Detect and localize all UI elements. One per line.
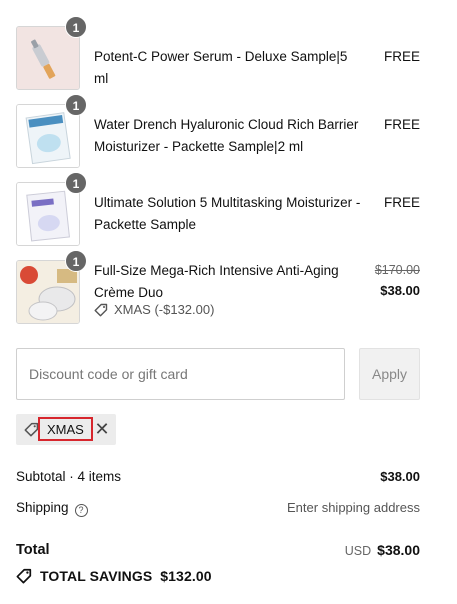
item-price: FREE	[383, 117, 420, 132]
total-savings-value: $132.00	[160, 568, 212, 584]
quantity-badge: 1	[65, 250, 87, 272]
quantity-badge: 1	[65, 16, 87, 38]
total-row: Total USD $38.00	[16, 542, 420, 562]
item-name: Ultimate Solution 5 Multitasking Moistur…	[94, 195, 361, 232]
total-value: $38.00	[377, 542, 420, 558]
remove-discount-icon[interactable]: ✕	[94, 420, 110, 438]
tag-icon	[24, 422, 39, 437]
apply-button[interactable]: Apply	[359, 348, 420, 400]
original-price: $170.00	[374, 263, 420, 277]
subtotal-value: $38.00	[380, 469, 420, 484]
item-price: FREE	[383, 49, 420, 64]
applied-discount-code: XMAS	[38, 417, 93, 441]
currency-code: USD	[344, 544, 372, 558]
subtotal-label: Subtotal · 4 items	[16, 469, 122, 484]
tag-icon	[94, 303, 108, 316]
total-value-group: USD $38.00	[345, 542, 420, 558]
item-name: Potent-C Power Serum - Deluxe Sample|5 m…	[94, 49, 348, 86]
item-price-group: $170.00 $38.00	[375, 260, 420, 302]
line-item: 1 Potent-C Power Serum - Deluxe Sample|5…	[16, 16, 420, 90]
tag-icon	[16, 568, 32, 584]
applied-discount-chip: XMAS ✕	[16, 414, 116, 445]
item-name: Full-Size Mega-Rich Intensive Anti-Aging…	[94, 263, 339, 300]
line-item: 1 Water Drench Hyaluronic Cloud Rich Bar…	[16, 94, 420, 168]
total-savings: TOTAL SAVINGS $132.00	[16, 568, 212, 584]
shipping-label: Shipping	[16, 500, 69, 515]
discounted-price: $38.00	[380, 283, 420, 298]
discount-code-field[interactable]	[16, 348, 345, 400]
subtotal-row: Subtotal · 4 items $38.00	[16, 469, 420, 489]
line-item: 1 Ultimate Solution 5 Multitasking Moist…	[16, 172, 420, 246]
shipping-row: Shipping? Enter shipping address	[16, 500, 420, 520]
quantity-badge: 1	[65, 172, 87, 194]
line-item: 1 Full-Size Mega-Rich Intensive Anti-Agi…	[16, 250, 420, 324]
quantity-badge: 1	[65, 94, 87, 116]
help-icon[interactable]: ?	[74, 504, 88, 517]
discount-code-input[interactable]	[17, 349, 344, 399]
item-name: Water Drench Hyaluronic Cloud Rich Barri…	[94, 117, 359, 154]
total-savings-label: TOTAL SAVINGS	[40, 568, 153, 584]
total-label: Total	[16, 542, 50, 558]
shipping-value: Enter shipping address	[287, 500, 420, 515]
item-discount-label: XMAS (-$132.00)	[114, 302, 215, 317]
item-discount: XMAS (-$132.00)	[94, 302, 214, 317]
shipping-label-group: Shipping?	[16, 500, 88, 517]
item-price: FREE	[383, 195, 420, 210]
